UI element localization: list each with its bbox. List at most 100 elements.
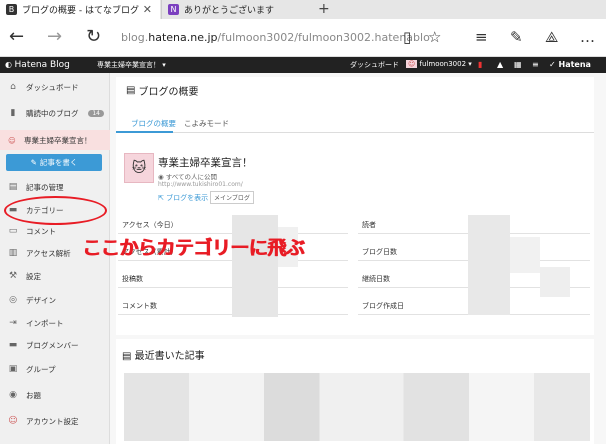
sidebar-item-label: 記事の管理 [26, 182, 64, 192]
back-icon[interactable]: ← [9, 26, 24, 47]
stat-label-created-date: ブログ作成日 [362, 302, 404, 310]
stat-label-comments: コメント数 [122, 302, 157, 310]
tab-overview[interactable]: ブログの概要 [131, 118, 176, 129]
stat-label-streak-days: 継続日数 [362, 275, 390, 283]
menu-icon[interactable]: ≡ [532, 60, 539, 69]
view-blog-label: ブログを表示 [166, 194, 209, 202]
view-blog-link[interactable]: ⇱ ブログを表示 [158, 193, 208, 203]
chart-icon: ▥ [8, 248, 18, 258]
hatena-blog-logo[interactable]: ◐ Hatena Blog [5, 60, 70, 70]
more-icon[interactable]: … [580, 28, 595, 46]
sidebar-item-label: お題 [26, 390, 41, 400]
wrench-icon: ⚒ [8, 271, 18, 281]
sidebar-item-label: アクセス解析 [26, 248, 71, 258]
bookmark-icon: ▮ [10, 108, 16, 118]
mosaic-mask [468, 215, 510, 315]
refresh-icon[interactable]: ↻ [86, 26, 101, 47]
browser-tab-bar: B ブログの概要 - はてなブログ ✕ N ありがとうございます + [0, 0, 606, 19]
sidebar-item-label: ブログメンバー [26, 340, 79, 350]
category-highlight-circle [4, 196, 107, 225]
url-host: hatena.ne.jp [148, 31, 218, 44]
hub-icon[interactable]: ≡ [475, 28, 488, 46]
tab-label: ブログの概要 - はてなブログ [22, 6, 139, 16]
sidebar-item-groups[interactable]: ▣ グループ [0, 359, 110, 379]
globe-icon: ◉ [158, 173, 164, 181]
account-icon: ☺ [8, 416, 18, 426]
bookmark-icon[interactable]: ▮ [478, 60, 482, 69]
sidebar-item-import[interactable]: ⇥ インポート [0, 313, 110, 333]
favorite-star-icon[interactable]: ☆ [428, 28, 441, 46]
annotation-text: ここからカテゴリーに飛ぶ [82, 237, 305, 259]
recent-articles-title: ▤ 最近書いた記事 [122, 347, 205, 362]
user-menu[interactable]: ☺ fulmoon3002 ▾ [406, 60, 472, 68]
sidebar-item-label: 設定 [26, 271, 41, 281]
document-icon: ▤ [8, 182, 18, 192]
members-icon: ▬ [8, 340, 18, 350]
overview-panel: ▤ ブログの概要 ブログの概要 こよみモード 🐱 専業主婦卒業宣言！ ◉ すべて… [116, 77, 594, 335]
sidebar-item-design[interactable]: ◎ デザイン [0, 290, 110, 310]
write-article-button[interactable]: ✎ 記事を書く [6, 154, 102, 171]
reading-view-icon[interactable]: ▯ [403, 28, 411, 46]
sidebar-item-settings[interactable]: ⚒ 設定 [0, 266, 110, 286]
write-article-label: 記事を書く [39, 158, 78, 167]
import-icon: ⇥ [9, 318, 17, 328]
hatena-top-bar: ◐ Hatena Blog 専業主婦卒業宣言！ ▾ ダッシュボード ☺ fulm… [0, 57, 606, 73]
page-title: ▤ ブログの概要 [126, 83, 198, 98]
page-title-text: ブログの概要 [138, 87, 199, 98]
notification-icon[interactable]: ▲ [497, 60, 503, 69]
blog-avatar-icon: ☺ [8, 135, 16, 145]
address-bar[interactable]: blog.hatena.ne.jp/fulmoon3002/fulmoon300… [121, 31, 430, 44]
palette-icon: ◎ [9, 295, 17, 305]
sidebar-item-topics[interactable]: ◉ お題 [0, 385, 110, 405]
stat-label-readers: 読者 [362, 221, 376, 229]
dashboard-link[interactable]: ダッシュボード [350, 60, 399, 70]
sidebar-item-label: インポート [26, 318, 64, 328]
new-tab-button[interactable]: + [318, 1, 330, 17]
edit-icon: ✎ [30, 158, 37, 167]
subscription-count-badge: 14 [88, 109, 104, 117]
mosaic-mask [540, 267, 570, 297]
recent-articles-panel: ▤ 最近書いた記事 [116, 339, 594, 444]
blog-name[interactable]: 専業主婦卒業宣言！ [158, 155, 253, 170]
tab-divider [116, 132, 594, 133]
sidebar-item-subscriptions[interactable]: ▮ 購読中のブログ 14 [0, 103, 110, 123]
mosaic-mask [232, 215, 278, 317]
url-prefix: blog. [121, 31, 149, 44]
sidebar-item-articles[interactable]: ▤ 記事の管理 [0, 177, 110, 197]
web-note-icon[interactable]: ✎ [510, 28, 523, 46]
tab-blog-overview[interactable]: B ブログの概要 - はてなブログ ✕ [0, 0, 160, 19]
sidebar-item-members[interactable]: ▬ ブログメンバー [0, 335, 110, 355]
stat-label-posts: 投稿数 [122, 275, 143, 283]
visibility-status: ◉ すべての人に公開 [158, 171, 217, 181]
hatena-favicon-icon: B [6, 4, 17, 15]
active-tab-indicator [116, 131, 173, 133]
apps-grid-icon[interactable]: ▦ [514, 60, 522, 69]
share-icon[interactable]: ⟁ [545, 28, 558, 46]
tab-calendar[interactable]: こよみモード [184, 118, 229, 129]
comment-icon: ▭ [8, 226, 18, 236]
onenote-favicon-icon: N [168, 4, 179, 15]
selected-blog[interactable]: ☺ 専業主婦卒業宣言！ [0, 130, 110, 150]
close-tab-icon[interactable]: ✕ [143, 3, 152, 16]
stat-label-blog-days: ブログ日数 [362, 248, 397, 256]
forward-icon[interactable]: → [47, 26, 62, 47]
sidebar-item-dashboard[interactable]: ⌂ ダッシュボード [0, 77, 110, 97]
selected-blog-label: 専業主婦卒業宣言！ [24, 135, 92, 145]
blog-menu[interactable]: 専業主婦卒業宣言！ ▾ [97, 60, 166, 70]
sidebar-item-account[interactable]: ☺ アカウント設定 [0, 411, 110, 431]
overview-icon: ▤ [126, 85, 136, 96]
recent-articles-title-text: 最近書いた記事 [134, 351, 205, 362]
blog-url[interactable]: http://www.tukishiro01.com/ [158, 181, 243, 188]
url-path: /fulmoon3002/fulmoon3002.hatenablo [217, 31, 430, 44]
sidebar-item-label: アカウント設定 [26, 416, 79, 426]
sidebar-item-label: グループ [26, 364, 56, 374]
group-icon: ▣ [8, 364, 18, 374]
browser-nav-bar: ← → ↻ blog.hatena.ne.jp/fulmoon3002/fulm… [0, 19, 606, 57]
document-icon: ▤ [122, 351, 132, 362]
blog-avatar: 🐱 [124, 153, 154, 183]
hatena-brand[interactable]: ✓ Hatena [549, 60, 591, 69]
topic-icon: ◉ [9, 390, 17, 400]
tab-thanks[interactable]: N ありがとうございます [161, 0, 313, 19]
sidebar-item-label: デザイン [26, 295, 56, 305]
sidebar-item-label: ダッシュボード [26, 82, 79, 92]
